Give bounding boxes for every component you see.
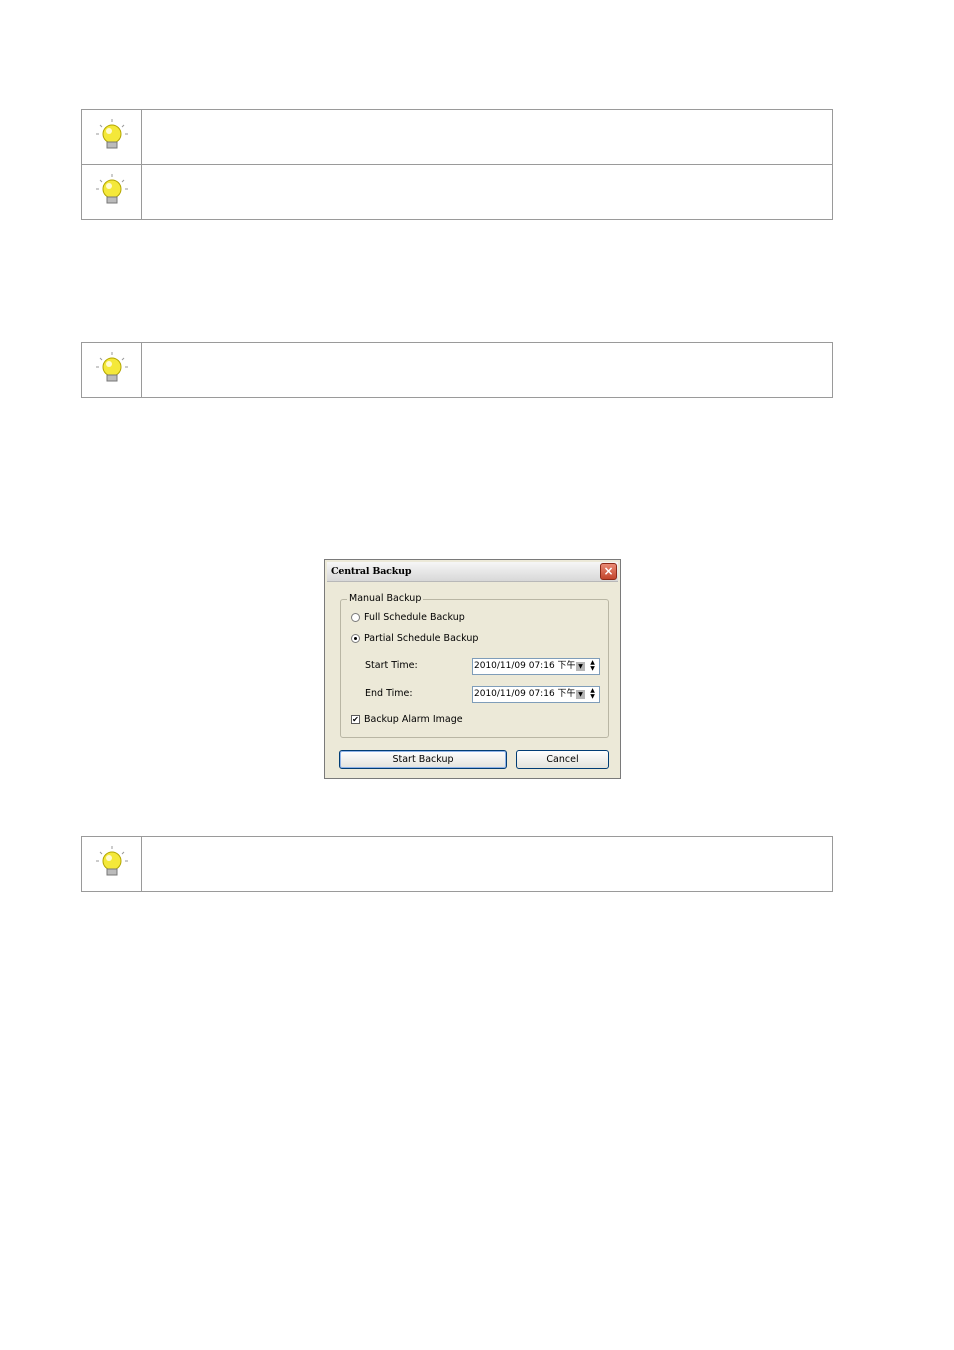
cancel-button[interactable]: Cancel (516, 750, 609, 769)
central-backup-dialog: Central Backup × Manual Backup Full Sche… (324, 559, 621, 779)
partial-schedule-radio[interactable] (351, 634, 360, 643)
close-icon: × (603, 564, 614, 578)
tip-table-1 (81, 109, 833, 220)
lightbulb-icon (95, 845, 128, 875)
lightbulb-icon (95, 173, 128, 203)
backup-alarm-checkbox[interactable]: ✔ (351, 715, 360, 724)
full-schedule-option[interactable]: Full Schedule Backup (351, 611, 465, 625)
dialog-title: Central Backup (331, 566, 412, 577)
tip-table-2 (81, 342, 833, 398)
backup-alarm-option[interactable]: ✔ Backup Alarm Image (351, 713, 463, 727)
end-time-picker[interactable]: 2010/11/09 07:16 下午 ▼ ▲ ▼ (472, 686, 600, 703)
dropdown-arrow-icon[interactable]: ▼ (576, 662, 585, 671)
close-button[interactable]: × (600, 563, 617, 580)
tip-icon-cell (81, 836, 142, 892)
tip-text (141, 109, 833, 165)
group-title: Manual Backup (347, 593, 424, 604)
spinner-icon[interactable]: ▲ ▼ (588, 688, 597, 700)
lightbulb-icon (95, 118, 128, 148)
tip-text (141, 342, 833, 398)
tip-row (81, 342, 833, 398)
tip-text (141, 836, 833, 892)
manual-backup-group: Manual Backup Full Schedule Backup Parti… (340, 593, 609, 738)
end-time-value: 2010/11/09 07:16 下午 (474, 689, 576, 699)
full-schedule-radio[interactable] (351, 613, 360, 622)
tip-row (81, 109, 833, 165)
tip-table-3 (81, 836, 833, 892)
tip-icon-cell (81, 164, 142, 220)
end-time-label: End Time: (365, 688, 413, 699)
tip-icon-cell (81, 109, 142, 165)
backup-alarm-label: Backup Alarm Image (364, 714, 463, 725)
start-backup-button[interactable]: Start Backup (339, 750, 507, 769)
start-time-value: 2010/11/09 07:16 下午 (474, 661, 576, 671)
dialog-titlebar[interactable]: Central Backup × (327, 562, 618, 582)
tip-row (81, 836, 833, 892)
dropdown-arrow-icon[interactable]: ▼ (576, 690, 585, 699)
tip-icon-cell (81, 342, 142, 398)
start-time-label: Start Time: (365, 660, 418, 671)
partial-schedule-label: Partial Schedule Backup (364, 633, 479, 644)
tip-text (141, 164, 833, 220)
partial-schedule-option[interactable]: Partial Schedule Backup (351, 632, 478, 646)
spinner-icon[interactable]: ▲ ▼ (588, 660, 597, 672)
lightbulb-icon (95, 351, 128, 381)
start-time-picker[interactable]: 2010/11/09 07:16 下午 ▼ ▲ ▼ (472, 658, 600, 675)
full-schedule-label: Full Schedule Backup (364, 612, 465, 623)
tip-row (81, 164, 833, 220)
